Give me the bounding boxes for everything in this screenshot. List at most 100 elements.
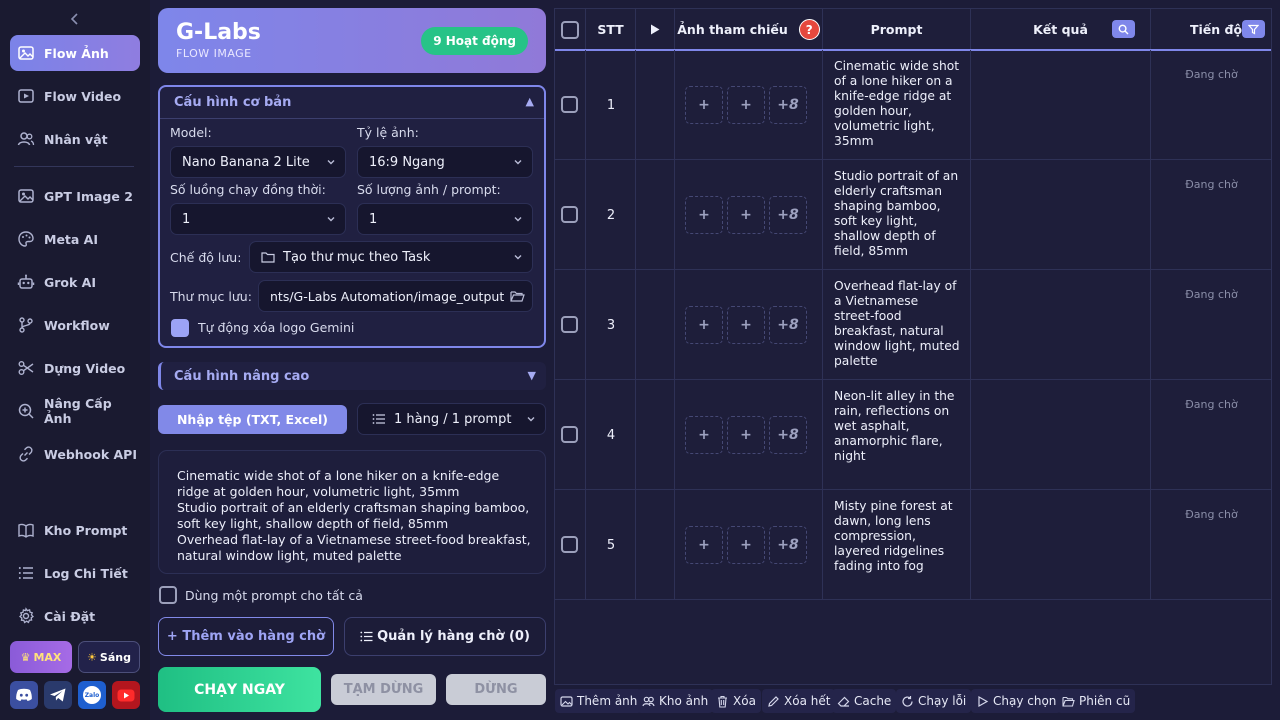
row-prompt[interactable]: Overhead flat-lay of a Vietnamese street…	[834, 279, 960, 369]
auto-remove-logo-label: Tự động xóa logo Gemini	[198, 320, 355, 335]
caret-down-icon[interactable]: ▼	[528, 369, 536, 382]
max-plan-badge[interactable]: ♛ MAX	[10, 641, 72, 673]
row-checkbox[interactable]	[561, 536, 578, 553]
row-checkbox[interactable]	[561, 96, 578, 113]
sidebar-item-gpt-image-2[interactable]: GPT Image 2	[10, 178, 140, 214]
sidebar-item-log-chi-tiet[interactable]: Log Chi Tiết	[10, 555, 140, 591]
row-prompt[interactable]: Studio portrait of an elderly craftsman …	[834, 169, 960, 259]
ratio-select[interactable]: 16:9 Ngang	[357, 146, 533, 178]
sidebar: Flow Ảnh Flow Video Nhân vật GPT Image 2…	[0, 0, 150, 720]
delete-all-button[interactable]: Xóa hết	[762, 689, 836, 713]
table-row: 1 + + +8 Cinematic wide shot of a lone h…	[555, 50, 1271, 160]
same-prompt-checkbox[interactable]	[159, 586, 177, 604]
sidebar-item-nhan-vat[interactable]: Nhân vật	[10, 121, 140, 157]
ref-image-slot[interactable]: +	[685, 526, 723, 564]
count-select[interactable]: 1	[357, 203, 533, 235]
sidebar-item-cai-dat[interactable]: Cài Đặt	[10, 598, 140, 634]
divider	[160, 118, 544, 119]
ref-image-slot[interactable]: +	[727, 86, 765, 124]
row-checkbox[interactable]	[561, 206, 578, 223]
folder-input[interactable]: nts/G-Labs Automation/image_output	[258, 280, 533, 312]
threads-value: 1	[182, 211, 191, 227]
model-select[interactable]: Nano Banana 2 Lite	[170, 146, 346, 178]
sidebar-item-label: Nhân vật	[44, 131, 108, 147]
zalo-button[interactable]: Zalo	[78, 681, 106, 709]
save-mode-value: Tạo thư mục theo Task	[283, 249, 431, 265]
pause-button[interactable]: TẠM DỪNG	[331, 674, 436, 705]
folder-open-icon	[1062, 696, 1075, 707]
ref-image-slot[interactable]: +	[727, 196, 765, 234]
sidebar-item-kho-prompt[interactable]: Kho Prompt	[10, 512, 140, 548]
ref-image-slot[interactable]: +	[727, 306, 765, 344]
old-session-button[interactable]: Phiên cũ	[1057, 689, 1136, 713]
discord-button[interactable]	[10, 681, 38, 709]
telegram-button[interactable]	[44, 681, 72, 709]
sidebar-item-label: Kho Prompt	[44, 522, 128, 538]
sidebar-item-workflow[interactable]: Workflow	[10, 307, 140, 343]
youtube-button[interactable]	[112, 681, 140, 709]
row-checkbox[interactable]	[561, 426, 578, 443]
ref-image-slot[interactable]: +	[727, 416, 765, 454]
row-prompt[interactable]: Cinematic wide shot of a lone hiker on a…	[834, 59, 960, 149]
active-count-badge[interactable]: 9 Hoạt động	[421, 27, 528, 55]
retry-errors-button[interactable]: Chạy lỗi	[896, 689, 972, 713]
delete-button[interactable]: Xóa	[711, 689, 761, 713]
prompt-textarea[interactable]: Cinematic wide shot of a lone hiker on a…	[158, 450, 546, 574]
folder-open-icon[interactable]	[510, 290, 525, 303]
image-icon	[18, 46, 34, 60]
ref-image-slot[interactable]: +	[685, 196, 723, 234]
basic-config-title[interactable]: Cấu hình cơ bản	[174, 95, 291, 110]
table-row: 5 + + +8 Misty pine forest at dawn, long…	[555, 490, 1271, 600]
theme-toggle-button[interactable]: ☀ Sáng	[78, 641, 140, 673]
add-image-button[interactable]: Thêm ảnh	[555, 689, 643, 713]
select-all-checkbox[interactable]	[561, 20, 579, 39]
row-prompt[interactable]: Misty pine forest at dawn, long lens com…	[834, 499, 960, 574]
manage-queue-label: Quản lý hàng chờ (0)	[377, 629, 530, 644]
sidebar-divider	[14, 166, 134, 167]
row-checkbox[interactable]	[561, 316, 578, 333]
auto-remove-logo-checkbox[interactable]	[171, 319, 189, 337]
ref-image-slot[interactable]: +	[685, 86, 723, 124]
filter-icon[interactable]	[1242, 20, 1265, 38]
sidebar-item-meta-ai[interactable]: Meta AI	[10, 221, 140, 257]
run-now-button[interactable]: CHẠY NGAY	[158, 667, 321, 712]
ref-image-more[interactable]: +8	[769, 416, 807, 454]
run-selected-button[interactable]: Chạy chọn	[971, 689, 1062, 713]
table-row: 4 + + +8 Neon-lit alley in the rain, ref…	[555, 380, 1271, 490]
chevron-left-icon[interactable]	[66, 10, 84, 28]
add-to-queue-button[interactable]: + Thêm vào hàng chờ	[158, 617, 334, 656]
play-icon	[978, 695, 989, 707]
sidebar-item-flow-video[interactable]: Flow Video	[10, 78, 140, 114]
cache-button[interactable]: Cache	[832, 689, 897, 713]
image-library-button[interactable]: Kho ảnh	[637, 689, 714, 713]
ref-image-more[interactable]: +8	[769, 86, 807, 124]
video-icon	[18, 89, 34, 103]
ref-image-more[interactable]: +8	[769, 196, 807, 234]
save-mode-select[interactable]: Tạo thư mục theo Task	[249, 241, 533, 273]
sidebar-item-dung-video[interactable]: Dựng Video	[10, 350, 140, 386]
advanced-config-panel[interactable]: Cấu hình nâng cao ▼	[158, 362, 546, 390]
row-prompt[interactable]: Neon-lit alley in the rain, reflections …	[834, 389, 960, 464]
manage-queue-button[interactable]: Quản lý hàng chờ (0)	[344, 617, 546, 656]
import-file-button[interactable]: Nhập tệp (TXT, Excel)	[158, 405, 347, 434]
ref-image-slot[interactable]: +	[727, 526, 765, 564]
stop-button[interactable]: DỪNG	[446, 674, 546, 705]
ref-image-slot[interactable]: +	[685, 416, 723, 454]
model-value: Nano Banana 2 Lite	[182, 154, 310, 170]
caret-up-icon[interactable]: ▲	[526, 95, 534, 108]
row-number: 1	[606, 97, 616, 113]
sidebar-item-flow-anh[interactable]: Flow Ảnh	[10, 35, 140, 71]
help-icon[interactable]: ?	[798, 19, 820, 40]
ref-image-more[interactable]: +8	[769, 306, 807, 344]
threads-select[interactable]: 1	[170, 203, 346, 235]
ref-image-more[interactable]: +8	[769, 526, 807, 564]
play-icon[interactable]	[650, 24, 660, 35]
sidebar-item-webhook-api[interactable]: Webhook API	[10, 436, 140, 472]
search-icon[interactable]	[1112, 20, 1135, 38]
sun-icon: ☀	[87, 650, 97, 664]
import-mode-select[interactable]: 1 hàng / 1 prompt	[357, 403, 546, 435]
sidebar-item-nang-cap-anh[interactable]: Nâng Cấp Ảnh	[10, 393, 140, 429]
sidebar-item-grok-ai[interactable]: Grok AI	[10, 264, 140, 300]
ref-image-slot[interactable]: +	[685, 306, 723, 344]
sidebar-item-label: Workflow	[44, 317, 110, 333]
